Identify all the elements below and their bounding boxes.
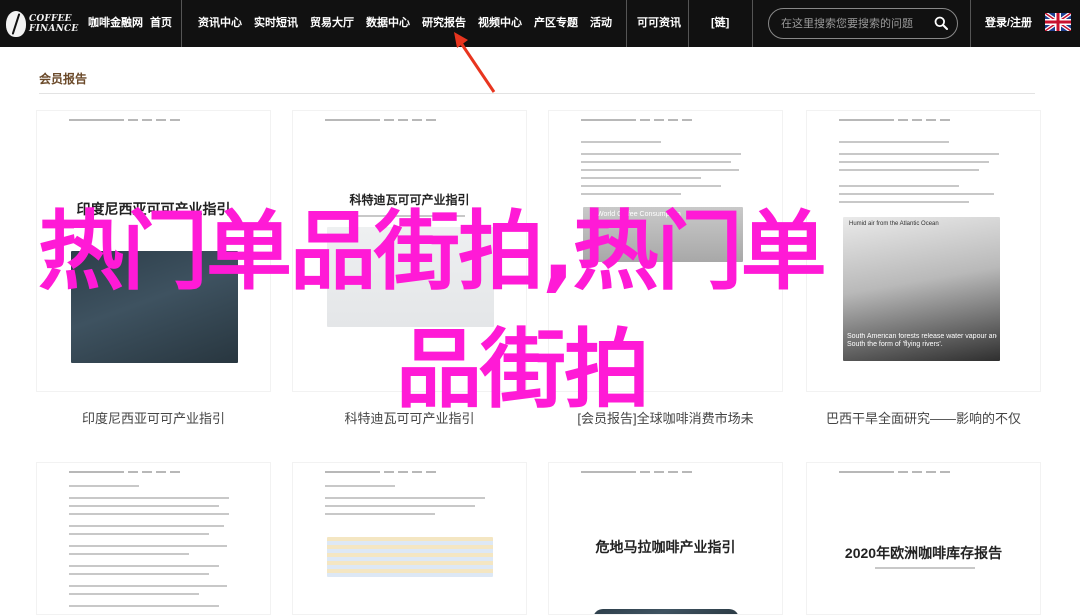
doc-text-line [581, 161, 731, 163]
logo-text: COFFEE FINANCE [29, 14, 78, 34]
nav-origin-topics[interactable]: 产区专题 [534, 0, 578, 47]
nav-trade-hall[interactable]: 贸易大厅 [310, 0, 354, 47]
logo-line-1: COFFEE [29, 14, 72, 24]
doc-header [325, 119, 495, 122]
top-navigation-bar: COFFEE FINANCE 咖啡金融网 首页 资讯中心 实时短讯 贸易大厅 数… [0, 0, 1080, 47]
search-box [768, 8, 958, 39]
doc-text-line [839, 169, 979, 171]
doc-text-line [69, 513, 229, 515]
doc-text-line [69, 565, 219, 567]
doc-text-line [581, 141, 661, 143]
nav-research-reports[interactable]: 研究报告 [422, 0, 466, 47]
doc-text-line [839, 185, 959, 187]
doc-text-line [325, 513, 435, 515]
report-thumbnail[interactable]: Humid air from the Atlantic Ocean South … [806, 110, 1041, 392]
search-icon[interactable] [934, 16, 948, 30]
doc-text-line [875, 567, 975, 569]
nav-events[interactable]: 活动 [590, 0, 612, 47]
doc-text-line [581, 185, 721, 187]
doc-text-line [325, 485, 395, 487]
doc-map-caption: South American forests release water vap… [847, 333, 997, 349]
doc-header [581, 471, 751, 474]
nav-divider [752, 0, 753, 47]
logo-line-2: FINANCE [29, 24, 79, 34]
doc-text-line [355, 215, 465, 217]
login-register-link[interactable]: 登录/注册 [985, 0, 1032, 47]
doc-header [839, 119, 1009, 122]
report-thumbnail[interactable]: 科特迪瓦可可产业指引 [292, 110, 527, 392]
doc-header [581, 119, 751, 122]
doc-table-image [327, 537, 493, 577]
doc-text-line [69, 485, 139, 487]
doc-text-line [839, 153, 999, 155]
doc-title: 危地马拉咖啡产业指引 [595, 539, 736, 555]
doc-text-line [839, 201, 969, 203]
doc-text-line [581, 193, 681, 195]
doc-text-line [69, 593, 199, 595]
report-caption[interactable]: 印度尼西亚可可产业指引 [36, 408, 271, 427]
doc-map-heading: Humid air from the Atlantic Ocean [849, 221, 939, 227]
doc-text-line [69, 505, 219, 507]
doc-header [839, 471, 1009, 474]
doc-text-line [839, 193, 994, 195]
doc-map-image [71, 251, 238, 363]
doc-map-caption-line-1: South American forests release water vap… [847, 333, 997, 340]
uk-flag-icon[interactable] [1045, 13, 1071, 31]
doc-map-caption-line-2: South the form of 'flying rivers'. [847, 341, 943, 348]
nav-live-briefs[interactable]: 实时短讯 [254, 0, 298, 47]
site-logo[interactable]: COFFEE FINANCE [6, 8, 82, 40]
doc-text-line [69, 497, 229, 499]
doc-map-image [593, 609, 739, 614]
doc-header [69, 471, 239, 474]
nav-video-center[interactable]: 视频中心 [478, 0, 522, 47]
doc-text-line [581, 153, 741, 155]
doc-title: 印度尼西亚可可产业指引 [76, 201, 231, 217]
doc-title: 2020年欧洲咖啡库存报告 [844, 545, 1003, 561]
doc-text-line [69, 605, 219, 607]
doc-text-line [839, 161, 989, 163]
nav-data-center[interactable]: 数据中心 [366, 0, 410, 47]
doc-text-line [581, 169, 739, 171]
report-thumbnail[interactable] [36, 462, 271, 615]
doc-text-line [69, 573, 209, 575]
report-caption[interactable]: 科特迪瓦可可产业指引 [292, 408, 527, 427]
doc-map-image [327, 227, 494, 327]
doc-text-line [325, 505, 475, 507]
report-caption[interactable]: 巴西干旱全面研究——影响的不仅 [806, 408, 1041, 427]
doc-chart-image: World Coffee Consumption [583, 207, 743, 262]
section-divider [39, 93, 1035, 94]
doc-header [325, 471, 495, 474]
nav-divider [626, 0, 627, 47]
nav-divider [688, 0, 689, 47]
doc-text-line [325, 497, 485, 499]
doc-title: 科特迪瓦可可产业指引 [349, 193, 470, 207]
coffee-bean-logo-icon [6, 11, 26, 37]
report-thumbnail[interactable]: 2020年欧洲咖啡库存报告 [806, 462, 1041, 615]
report-thumbnail[interactable]: 印度尼西亚可可产业指引 [36, 110, 271, 392]
report-thumbnail[interactable]: World Coffee Consumption [548, 110, 783, 392]
nav-link[interactable]: [链] [711, 0, 729, 47]
doc-text-line [69, 585, 227, 587]
search-input[interactable] [781, 16, 931, 32]
doc-text-line [69, 533, 209, 535]
doc-text-line [69, 545, 227, 547]
doc-text-line [69, 553, 189, 555]
nav-divider [181, 0, 182, 47]
nav-cocoa-news[interactable]: 可可资讯 [637, 0, 681, 47]
nav-home[interactable]: 首页 [150, 0, 172, 47]
section-title: 会员报告 [39, 72, 88, 86]
nav-divider [970, 0, 971, 47]
report-caption[interactable]: [会员报告]全球咖啡消费市场未 [548, 408, 783, 427]
nav-news-center[interactable]: 资讯中心 [198, 0, 242, 47]
doc-header [69, 119, 239, 122]
doc-text-line [69, 525, 224, 527]
doc-map-image: Humid air from the Atlantic Ocean South … [843, 217, 1000, 361]
doc-text-line [581, 177, 701, 179]
doc-text-line [839, 141, 949, 143]
report-thumbnail[interactable] [292, 462, 527, 615]
report-thumbnail[interactable]: 危地马拉咖啡产业指引 [548, 462, 783, 615]
doc-chart-title: World Coffee Consumption [597, 211, 681, 218]
nav-coffee-finance[interactable]: 咖啡金融网 [88, 0, 143, 47]
